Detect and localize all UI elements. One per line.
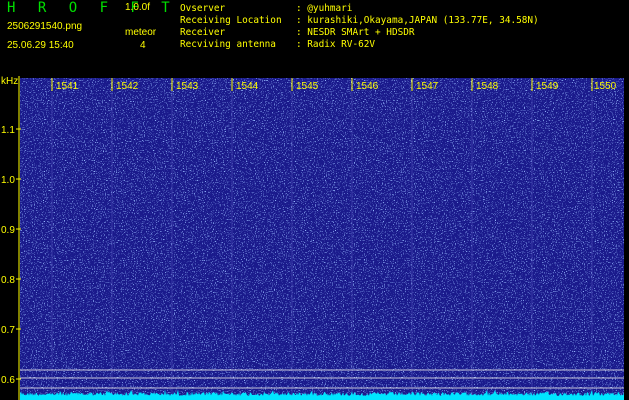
header-panel: H R O F F T 1.0.0f 2506291540.png meteor… [0,0,629,76]
info-label: Receiver [180,27,226,38]
info-row-receiver: Receiver : NESDR SMArt + HDSDR [180,27,415,38]
x-tick-label: 1544 [236,81,259,92]
mode-value: 4 [140,40,146,51]
info-value: : kurashiki,Okayama,JAPAN (133.77E, 34.5… [296,15,539,26]
app-title: H R O F F T [7,0,177,16]
info-value: : Radix RV-62V [296,39,376,50]
info-value: : NESDR SMArt + HDSDR [296,27,415,38]
x-tick-label: 1543 [176,81,199,92]
x-tick-label: 1548 [476,81,499,92]
y-tick-label: 0.9 [1,225,15,236]
y-axis-unit: kHz [1,76,18,87]
info-row-location: Receiving Location : kurashiki,Okayama,JA… [180,15,539,26]
x-tick-label: 1542 [116,81,139,92]
mode-label: meteor [125,27,157,38]
y-tick-label: 0.8 [1,275,15,286]
y-tick-label: 1.0 [1,175,15,186]
x-tick-label: 1549 [536,81,559,92]
spectrogram-noise [20,78,624,400]
y-tick-label: 0.6 [1,375,15,386]
spectrogram-area: kHz 1.1 1.0 0.9 0.8 0.7 0.6 1541 1542 15… [0,76,629,400]
timestamp: 25.06.29 15:40 [7,40,74,51]
x-tick-label: 1541 [56,81,79,92]
info-row-antenna: Recviving antenna : Radix RV-62V [180,39,375,50]
info-label: Ovserver [180,3,226,14]
x-tick-label: 1545 [296,81,319,92]
spectrogram-svg: kHz 1.1 1.0 0.9 0.8 0.7 0.6 1541 1542 15… [1,76,624,400]
y-tick-label: 1.1 [1,125,15,136]
app-version: 1.0.0f [125,2,151,13]
x-tick-label: 1550 [594,81,617,92]
x-tick-label: 1547 [416,81,439,92]
y-axis-ticks: 1.1 1.0 0.9 0.8 0.7 0.6 [1,125,15,386]
x-tick-label: 1546 [356,81,379,92]
info-label: Recviving antenna [180,39,276,50]
info-row-observer: Ovserver : @yuhmari [180,3,352,14]
info-value: : @yuhmari [296,3,353,14]
file-name: 2506291540.png [7,21,83,32]
y-tick-label: 0.7 [1,325,15,336]
info-label: Receiving Location [180,15,282,26]
